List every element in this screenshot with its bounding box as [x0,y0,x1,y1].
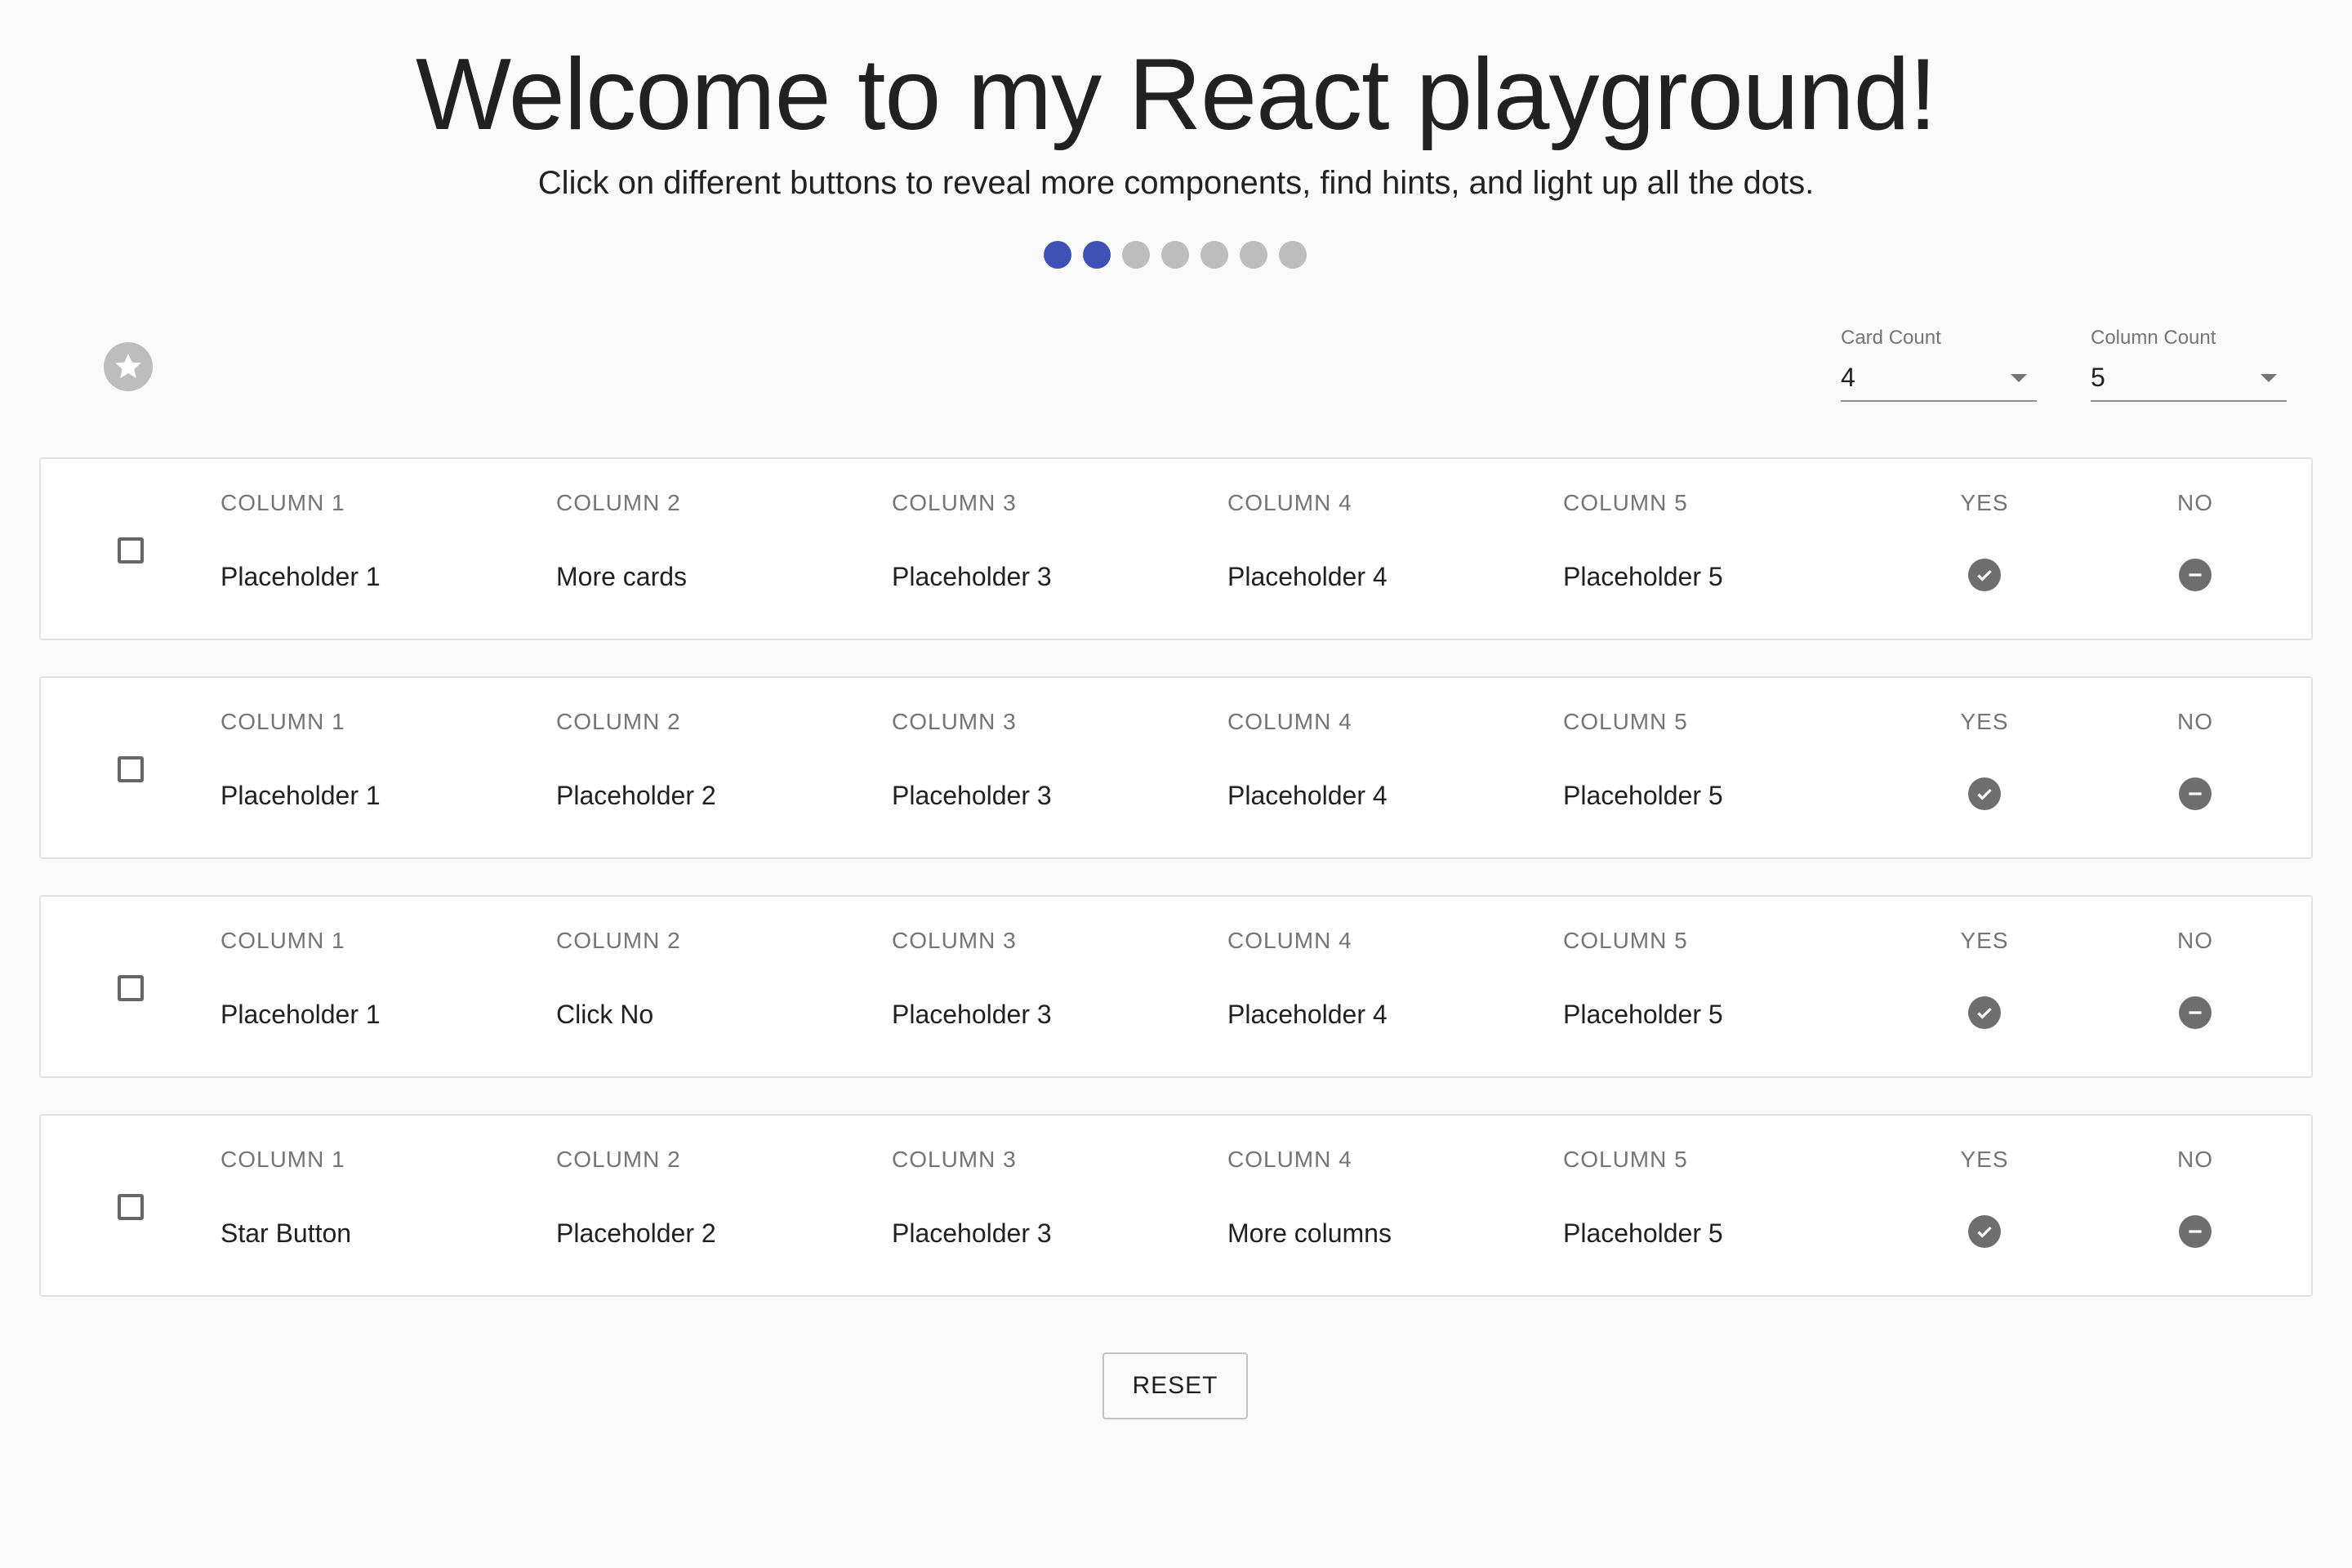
card: COLUMN 1 Placeholder 1 COLUMN 2 Placehol… [39,676,2313,859]
column-value: Placeholder 1 [220,562,381,591]
column-value: Placeholder 5 [1563,562,1723,591]
progress-dot-4 [1161,241,1189,269]
page-subtitle: Click on different buttons to reveal mor… [537,165,1815,201]
progress-dot-3 [1122,241,1150,269]
column-value: Placeholder 1 [220,781,381,810]
reset-button[interactable]: RESET [1102,1352,1248,1419]
column-value: Placeholder 3 [892,562,1052,591]
column-header: COLUMN 1 [220,490,345,515]
column-header: COLUMN 3 [892,490,1017,515]
card-count-select[interactable]: Card Count 4 [1841,325,2037,403]
column-header: COLUMN 2 [556,1147,681,1172]
card: COLUMN 1 Placeholder 1 COLUMN 2 More car… [39,457,2313,640]
column-count-select[interactable]: Column Count 5 [2091,325,2287,403]
column-header: COLUMN 2 [556,490,681,515]
progress-dot-1 [1044,241,1071,269]
card-count-value[interactable]: 4 [1841,359,1855,395]
column-header: COLUMN 4 [1227,709,1352,734]
column-value: Placeholder 3 [892,1000,1052,1029]
star-button[interactable] [104,342,153,391]
column-header: COLUMN 1 [220,928,345,953]
page-title: Welcome to my React playground! [416,38,1937,151]
column-header: COLUMN 3 [892,1147,1017,1172]
card-checkbox[interactable] [118,1194,144,1220]
minus-circle-icon[interactable] [2179,1215,2212,1248]
column-header: COLUMN 3 [892,709,1017,734]
column-count-value[interactable]: 5 [2091,359,2105,395]
minus-circle-icon[interactable] [2179,559,2212,591]
chevron-down-icon[interactable] [2261,374,2277,382]
star-icon [115,354,141,378]
column-value: More columns [1227,1218,1392,1248]
column-value: Placeholder 3 [892,781,1052,810]
card: COLUMN 1 Star Button COLUMN 2 Placeholde… [39,1114,2313,1297]
no-header: NO [2177,490,2213,515]
select-underline [2091,400,2287,402]
progress-dot-2 [1083,241,1111,269]
column-value: Placeholder 5 [1563,781,1723,810]
column-header: COLUMN 2 [556,928,681,953]
column-header: COLUMN 5 [1563,928,1688,953]
no-header: NO [2177,1147,2213,1172]
column-value: Placeholder 5 [1563,1000,1723,1029]
column-value: Placeholder 4 [1227,781,1388,810]
column-value: Click No [556,1000,654,1029]
progress-dots [1044,241,1307,269]
column-value: Placeholder 1 [220,1000,381,1029]
check-circle-icon[interactable] [1968,777,2001,810]
check-circle-icon[interactable] [1968,1215,2001,1248]
column-header: COLUMN 1 [220,709,345,734]
column-value: Placeholder 4 [1227,562,1388,591]
card-checkbox[interactable] [118,537,144,564]
column-header: COLUMN 4 [1227,1147,1352,1172]
minus-circle-icon[interactable] [2179,996,2212,1029]
column-value: Star Button [220,1218,352,1248]
select-underline [1841,400,2037,402]
check-circle-icon[interactable] [1968,996,2001,1029]
card: COLUMN 1 Placeholder 1 COLUMN 2 Click No… [39,895,2313,1078]
column-value: Placeholder 4 [1227,1000,1388,1029]
column-value: Placeholder 3 [892,1218,1052,1248]
check-circle-icon[interactable] [1968,559,2001,591]
column-header: COLUMN 3 [892,928,1017,953]
card-checkbox[interactable] [118,975,144,1001]
column-value: Placeholder 2 [556,1218,716,1248]
minus-circle-icon[interactable] [2179,777,2212,810]
yes-header: YES [1960,1147,2009,1172]
column-header: COLUMN 2 [556,709,681,734]
card-list: COLUMN 1 Placeholder 1 COLUMN 2 More car… [39,457,2313,1333]
column-header: COLUMN 1 [220,1147,345,1172]
card-checkbox[interactable] [118,756,144,782]
column-value: More cards [556,562,688,591]
progress-dot-6 [1240,241,1267,269]
column-count-label: Column Count [2091,327,2216,349]
chevron-down-icon[interactable] [2011,374,2027,382]
yes-header: YES [1960,709,2009,734]
column-value: Placeholder 2 [556,781,716,810]
column-header: COLUMN 5 [1563,490,1688,515]
column-value: Placeholder 5 [1563,1218,1723,1248]
no-header: NO [2177,709,2213,734]
progress-dot-7 [1279,241,1307,269]
no-header: NO [2177,928,2213,953]
yes-header: YES [1960,928,2009,953]
column-header: COLUMN 4 [1227,490,1352,515]
column-header: COLUMN 5 [1563,1147,1688,1172]
yes-header: YES [1960,490,2009,515]
column-header: COLUMN 4 [1227,928,1352,953]
column-header: COLUMN 5 [1563,709,1688,734]
card-count-label: Card Count [1841,327,1941,349]
progress-dot-5 [1200,241,1228,269]
